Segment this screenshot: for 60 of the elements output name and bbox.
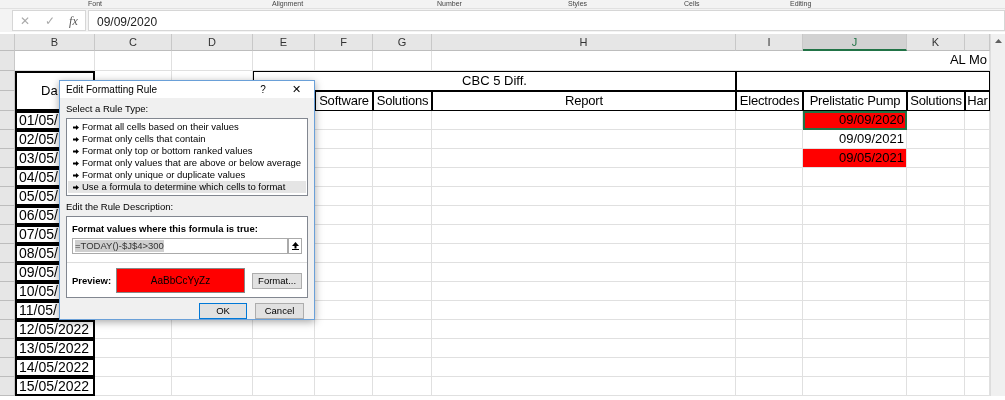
header-cell: Software (315, 91, 373, 111)
formula-field[interactable]: =TODAY()-$J$4>300 (72, 238, 288, 255)
row-header[interactable] (0, 282, 15, 301)
row-header[interactable] (0, 244, 15, 263)
column-header[interactable]: D (172, 34, 253, 51)
date-cell: 14/05/2022 (15, 358, 95, 377)
select-all-corner[interactable] (0, 34, 15, 51)
cancel-button[interactable]: Cancel (255, 303, 304, 320)
row-header[interactable] (0, 149, 15, 168)
row-header[interactable] (0, 339, 15, 358)
date-cell: 13/05/2022 (15, 339, 95, 358)
row-header[interactable] (0, 111, 15, 130)
column-header[interactable]: C (95, 34, 172, 51)
column-header[interactable]: H (432, 34, 736, 51)
scroll-up-arrow-icon[interactable] (993, 37, 1003, 46)
row-header[interactable] (0, 130, 15, 149)
row-header[interactable] (0, 51, 15, 71)
row-header[interactable] (0, 225, 15, 244)
collapse-dialog-button[interactable] (288, 238, 302, 255)
column-header[interactable]: K (907, 34, 965, 51)
help-button[interactable]: ? (248, 81, 278, 97)
title-cell: AL Mo (432, 51, 990, 71)
row-header[interactable] (0, 320, 15, 339)
header-cell: Da (41, 82, 58, 100)
date-cell: 15/05/2022 (15, 377, 95, 396)
vertical-scrollbar[interactable] (990, 34, 1005, 396)
close-button[interactable]: ✕ (278, 81, 314, 98)
row-header[interactable] (0, 377, 15, 396)
column-header[interactable]: E (253, 34, 315, 51)
dialog-title: Edit Formatting Rule (66, 82, 159, 97)
header-cell: Solutions (907, 91, 965, 111)
row-header[interactable] (0, 206, 15, 225)
row-header[interactable] (0, 187, 15, 206)
header-cell: Electrodes (736, 91, 803, 111)
header-cell: Har (965, 91, 990, 111)
row-header[interactable] (0, 301, 15, 320)
insert-function-button[interactable]: fx (69, 11, 78, 30)
header-cell: Solutions (373, 91, 432, 111)
column-header[interactable]: J (803, 34, 907, 51)
header-cell: Report (432, 91, 736, 111)
date-cell: 12/05/2022 (15, 320, 95, 339)
row-header[interactable] (0, 168, 15, 187)
format-button[interactable]: Format... (252, 272, 302, 289)
table-cell[interactable]: 09/05/2021 (803, 149, 907, 168)
preview-box: AaBbCcYyZz (115, 268, 246, 294)
rule-type-item[interactable]: Use a formula to determine which cells to format (68, 180, 306, 193)
column-header[interactable]: B (15, 34, 95, 51)
column-header[interactable]: F (315, 34, 373, 51)
column-header[interactable]: G (373, 34, 432, 51)
formula-text: =TODAY()-$J$4>300 (75, 240, 164, 253)
row-header[interactable] (0, 91, 15, 111)
ok-button[interactable]: OK (199, 303, 247, 320)
table-cell[interactable]: 09/09/2020 (803, 111, 907, 130)
row-header[interactable] (0, 263, 15, 282)
column-header[interactable]: I (736, 34, 803, 51)
formula-field[interactable]: 09/09/2020 (88, 10, 1005, 31)
row-header[interactable] (0, 71, 15, 91)
row-header[interactable] (0, 358, 15, 377)
upload-arrow-icon (291, 242, 299, 251)
header-cell: Prelistatic Pump (803, 91, 907, 111)
